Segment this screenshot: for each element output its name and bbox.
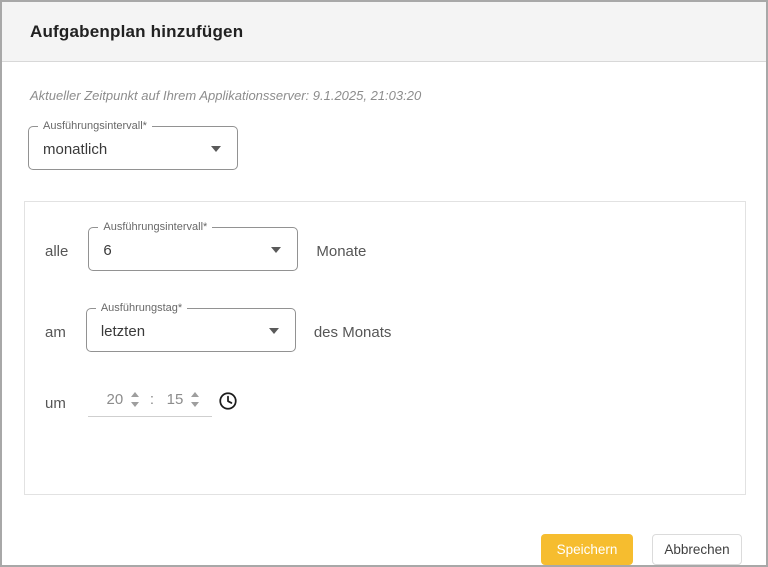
dialog-body: Aktueller Zeitpunkt auf Ihrem Applikatio… bbox=[2, 62, 766, 501]
cancel-button[interactable]: Abbrechen bbox=[652, 534, 742, 565]
time-separator: : bbox=[150, 391, 154, 408]
interval-count-suffix: Monate bbox=[316, 243, 366, 271]
chevron-down-icon bbox=[211, 146, 221, 152]
dialog-footer: Speichern Abbrechen bbox=[2, 501, 766, 565]
execution-day-row: am Ausführungstag* letzten des Monats bbox=[45, 308, 725, 352]
time-picker-button[interactable] bbox=[218, 391, 238, 411]
chevron-down-icon bbox=[269, 328, 279, 334]
add-task-schedule-dialog: Aufgabenplan hinzufügen Aktueller Zeitpu… bbox=[0, 0, 768, 567]
execution-time-prefix: um bbox=[45, 395, 66, 412]
dialog-header: Aufgabenplan hinzufügen bbox=[2, 2, 766, 62]
execution-day-value: letzten bbox=[101, 323, 269, 340]
minutes-decrement-icon[interactable] bbox=[191, 402, 199, 407]
hours-decrement-icon[interactable] bbox=[131, 402, 139, 407]
execution-day-suffix: des Monats bbox=[314, 324, 392, 352]
interval-count-row: alle Ausführungsintervall* 6 Monate bbox=[45, 227, 725, 271]
hours-input[interactable]: 20 bbox=[102, 391, 128, 408]
monthly-schedule-panel: alle Ausführungsintervall* 6 Monate am A… bbox=[24, 201, 746, 495]
execution-interval-select[interactable]: Ausführungsintervall* monatlich bbox=[28, 126, 238, 170]
execution-day-label: Ausführungstag* bbox=[96, 301, 187, 315]
chevron-down-icon bbox=[271, 247, 281, 253]
hours-spinner bbox=[131, 392, 139, 407]
dialog-title: Aufgabenplan hinzufügen bbox=[30, 22, 243, 42]
execution-interval-label: Ausführungsintervall* bbox=[38, 119, 152, 133]
execution-interval-value: monatlich bbox=[43, 141, 211, 158]
minutes-increment-icon[interactable] bbox=[191, 392, 199, 397]
time-input-group: 20 : 15 bbox=[88, 389, 212, 417]
interval-count-value: 6 bbox=[103, 242, 271, 259]
interval-count-prefix: alle bbox=[45, 243, 68, 271]
server-time-note: Aktueller Zeitpunkt auf Ihrem Applikatio… bbox=[30, 88, 746, 104]
execution-day-prefix: am bbox=[45, 324, 66, 352]
save-button[interactable]: Speichern bbox=[541, 534, 633, 565]
execution-time-row: um 20 : 15 bbox=[45, 389, 725, 417]
minutes-input[interactable]: 15 bbox=[162, 391, 188, 408]
execution-day-select[interactable]: Ausführungstag* letzten bbox=[86, 308, 296, 352]
hours-increment-icon[interactable] bbox=[131, 392, 139, 397]
minutes-spinner bbox=[191, 392, 199, 407]
interval-count-label: Ausführungsintervall* bbox=[98, 220, 212, 234]
interval-count-select[interactable]: Ausführungsintervall* 6 bbox=[88, 227, 298, 271]
clock-icon bbox=[218, 391, 238, 411]
